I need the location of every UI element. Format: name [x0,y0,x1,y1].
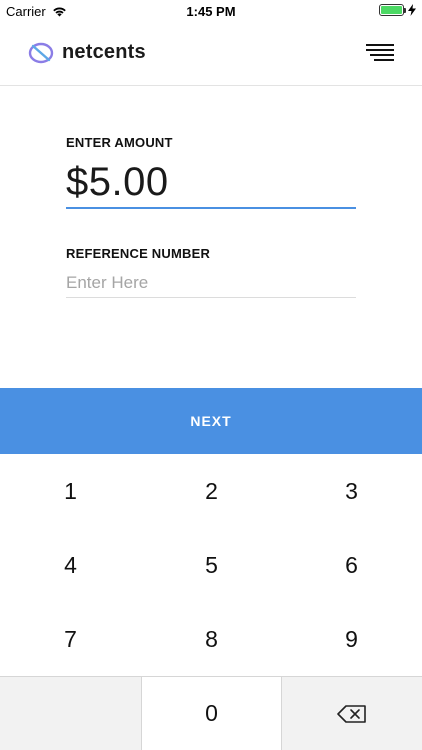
brand-name: netcents [62,41,146,63]
charging-bolt-icon [408,4,416,16]
reference-label: REFERENCE NUMBER [66,246,211,261]
reference-underline [66,297,356,298]
key-2[interactable]: 2 [141,454,282,528]
status-time: 1:45 PM [186,4,236,19]
key-blank [0,676,141,750]
next-button[interactable]: NEXT [0,388,422,454]
key-7[interactable]: 7 [0,602,141,676]
key-6[interactable]: 6 [281,528,422,602]
key-9[interactable]: 9 [281,602,422,676]
amount-input[interactable]: $5.00 [66,160,169,205]
brand-logo[interactable]: netcents [28,41,146,64]
battery-icon [379,4,406,16]
key-0[interactable]: 0 [141,676,281,750]
amount-underline [66,207,356,209]
numeric-keypad: 1 2 3 4 5 6 7 8 9 0 [0,454,422,750]
key-5[interactable]: 5 [141,528,282,602]
netcents-logo-icon [28,42,54,63]
menu-button[interactable] [366,42,394,64]
key-8[interactable]: 8 [141,602,282,676]
status-bar: Carrier 1:45 PM [0,0,422,22]
key-backspace[interactable] [281,676,422,750]
payment-screen: Carrier 1:45 PM netcents ENTER AMOUNT $5… [0,0,422,750]
key-3[interactable]: 3 [281,454,422,528]
app-header: netcents [0,22,422,86]
key-1[interactable]: 1 [0,454,141,528]
status-right [379,4,416,16]
hamburger-menu-icon [366,44,394,61]
backspace-icon [337,704,366,723]
key-4[interactable]: 4 [0,528,141,602]
amount-label: ENTER AMOUNT [66,135,173,150]
reference-input[interactable] [66,270,356,296]
